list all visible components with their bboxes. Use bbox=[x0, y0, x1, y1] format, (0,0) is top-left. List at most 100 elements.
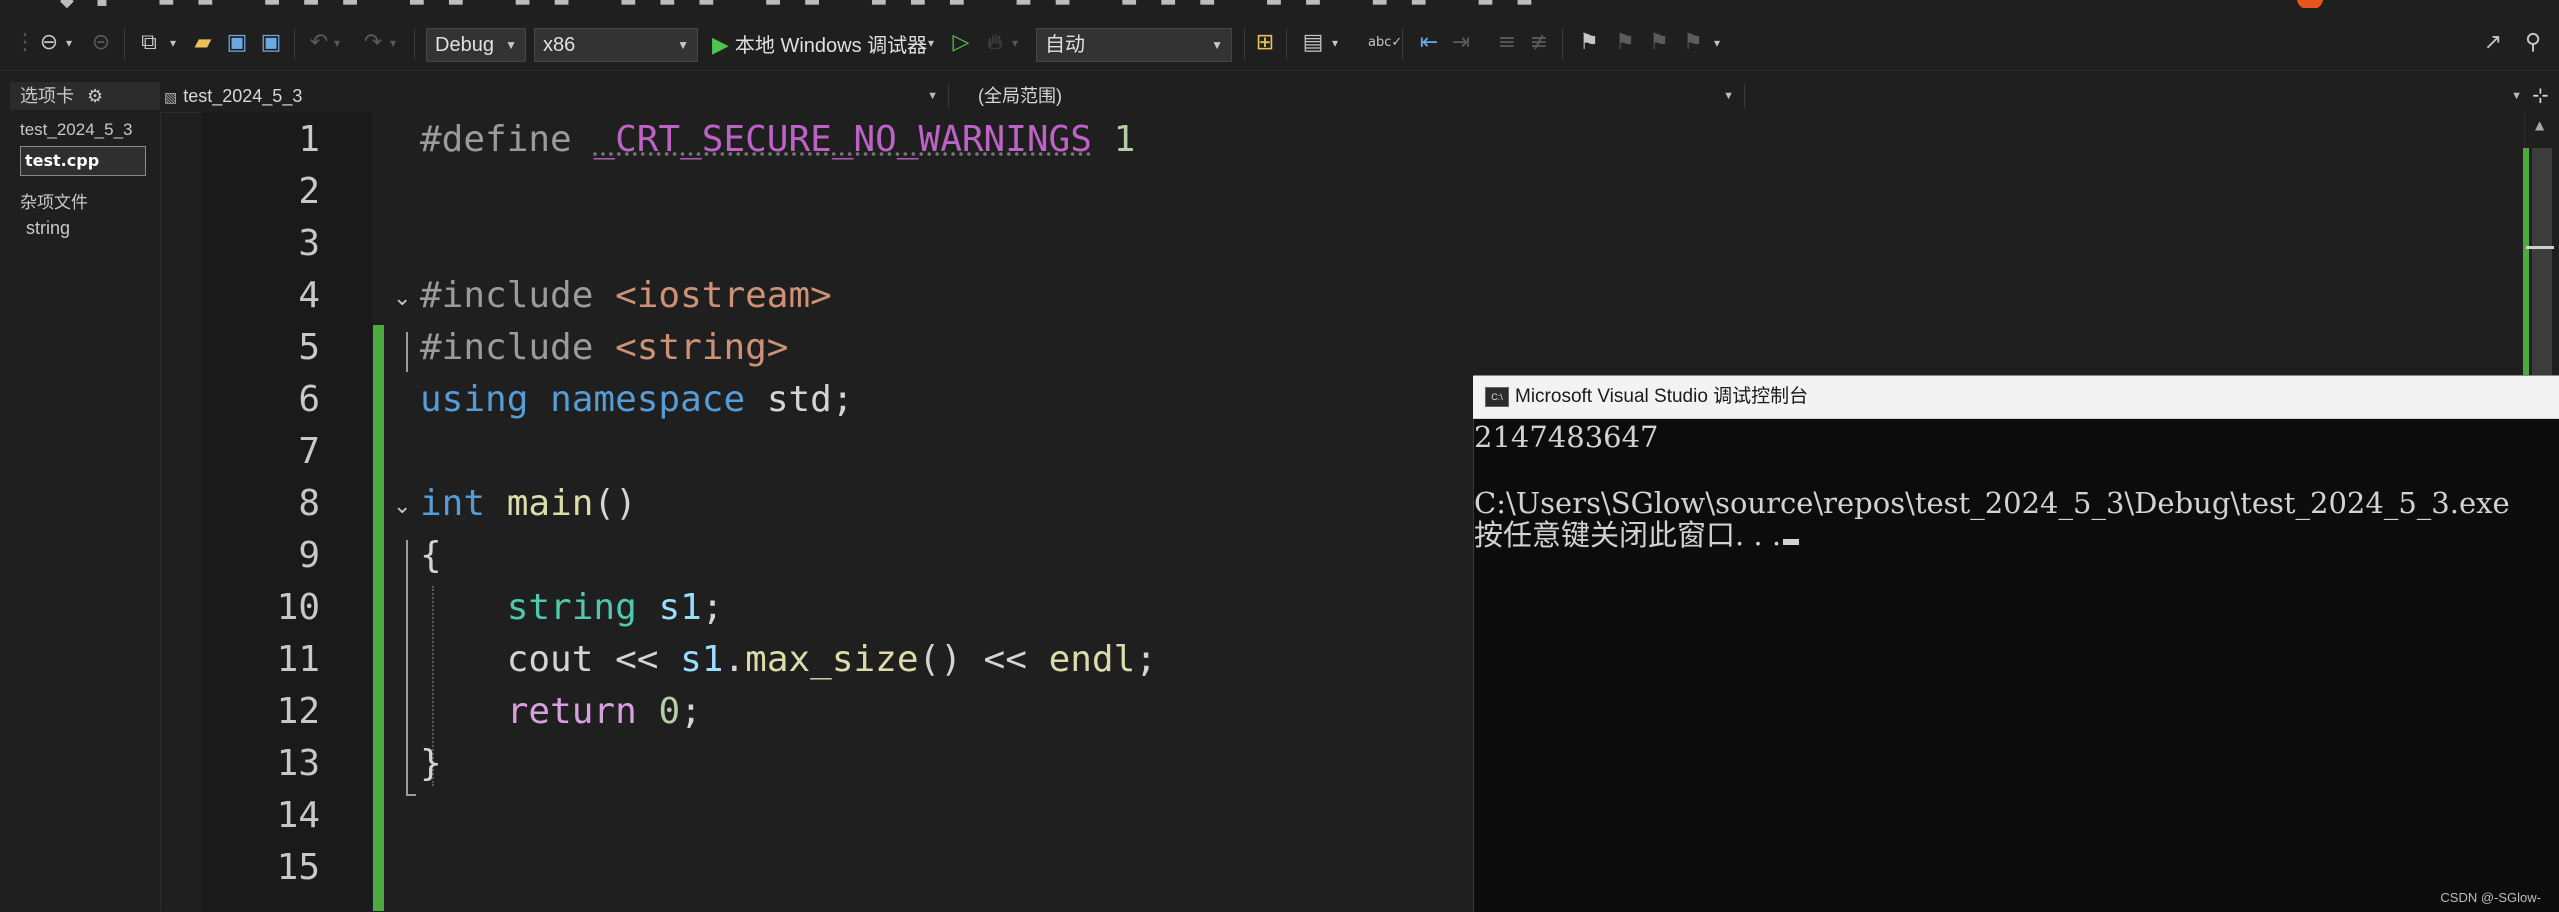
chevron-down-icon: ▼ bbox=[927, 90, 938, 102]
toolbar-overflow-icon[interactable]: ▾ bbox=[1710, 30, 1724, 56]
fold-region-line bbox=[406, 540, 408, 796]
fold-chevron-icon[interactable]: ⌄ bbox=[393, 494, 411, 519]
scrollbar-thumb[interactable] bbox=[2532, 148, 2552, 378]
split-editor-icon[interactable]: ⊹ bbox=[2532, 82, 2556, 110]
code-line-13: } bbox=[420, 743, 442, 784]
save-all-icon[interactable]: ▣ bbox=[258, 30, 284, 56]
line-number: 10 bbox=[276, 587, 320, 628]
undo-dropdown-icon[interactable]: ▾ bbox=[330, 30, 344, 56]
code-text: () bbox=[593, 483, 637, 524]
run-label: 本地 Windows 调试器 bbox=[734, 35, 928, 57]
undo-icon[interactable]: ↶ bbox=[306, 30, 332, 56]
scroll-up-icon[interactable]: ▲ bbox=[2535, 118, 2544, 132]
toolbar-separator bbox=[124, 28, 125, 60]
solution-configuration-select[interactable]: Debug ▼ bbox=[426, 28, 526, 62]
function-name: endl bbox=[1048, 639, 1136, 680]
toolbar-separator bbox=[414, 28, 415, 60]
line-number: 2 bbox=[298, 171, 320, 212]
next-bookmark-icon[interactable]: ⚑ bbox=[1646, 30, 1672, 56]
redo-dropdown-icon[interactable]: ▾ bbox=[386, 30, 400, 56]
keyword: int bbox=[420, 483, 486, 524]
active-file-node[interactable]: test.cpp bbox=[20, 146, 146, 176]
scrollbar-change-marker bbox=[2523, 148, 2529, 378]
start-debugging-button[interactable]: ▶ 本地 Windows 调试器 bbox=[712, 30, 927, 60]
save-icon[interactable]: ▣ bbox=[224, 30, 250, 56]
back-dropdown-icon[interactable]: ▾ bbox=[62, 30, 76, 56]
line-number: 9 bbox=[298, 535, 320, 576]
macro-value: 1 bbox=[1113, 119, 1136, 160]
type-name: string bbox=[506, 587, 637, 628]
line-number: 7 bbox=[298, 431, 320, 472]
chevron-down-icon: ▼ bbox=[2511, 90, 2522, 102]
open-folder-icon[interactable]: ▰ bbox=[190, 30, 216, 56]
toolbar-separator bbox=[1286, 28, 1287, 60]
project-dropdown[interactable]: ▧ test_2024_5_3 ▼ bbox=[164, 82, 944, 110]
fold-chevron-icon[interactable]: ⌄ bbox=[393, 286, 411, 311]
platform-value: x86 bbox=[543, 34, 576, 56]
misc-file-node[interactable]: string bbox=[26, 218, 70, 239]
new-project-icon[interactable]: ⧉ bbox=[136, 30, 162, 56]
project-node[interactable]: test_2024_5_3 bbox=[20, 120, 133, 140]
keyword: return bbox=[506, 691, 637, 732]
function-name: main bbox=[506, 483, 594, 524]
step-icon[interactable]: ⇥ bbox=[1448, 30, 1474, 56]
misc-files-group[interactable]: 杂项文件 bbox=[20, 188, 88, 213]
forward-icon[interactable]: ⊝ bbox=[88, 30, 114, 56]
redo-icon[interactable]: ↷ bbox=[360, 30, 386, 56]
breakpoint-icon[interactable]: ⇤ bbox=[1416, 30, 1442, 56]
function-name: max_size bbox=[745, 639, 919, 680]
line-number: 3 bbox=[298, 223, 320, 264]
feedback-icon[interactable]: ⚲ bbox=[2520, 30, 2546, 56]
clear-bookmarks-icon[interactable]: ⚑ bbox=[1680, 30, 1706, 56]
start-without-debug-icon[interactable]: ▷ bbox=[948, 30, 974, 56]
code-line-6: using namespace std; bbox=[420, 374, 854, 426]
code-text: cout << bbox=[506, 639, 681, 680]
toolbar-separator bbox=[294, 28, 295, 60]
solution-platform-select[interactable]: x86 ▼ bbox=[534, 28, 698, 62]
run-target-dropdown-icon[interactable]: ▾ bbox=[924, 30, 938, 56]
layout-icon[interactable]: ▤ bbox=[1300, 30, 1326, 56]
gear-icon[interactable]: ⚙ bbox=[87, 86, 103, 106]
code-line-12: return 0; bbox=[420, 686, 702, 738]
comment-icon[interactable]: ≡ bbox=[1494, 30, 1520, 56]
stack-frame-value: 自动 bbox=[1045, 34, 1085, 56]
hot-reload-dropdown-icon[interactable]: ▾ bbox=[1008, 30, 1022, 56]
console-title-bar[interactable]: C:\ Microsoft Visual Studio 调试控制台 bbox=[1473, 376, 2559, 419]
fold-region-end bbox=[406, 794, 416, 796]
back-icon[interactable]: ⊖ bbox=[36, 30, 62, 56]
solution-explorer-icon[interactable]: ⊞ bbox=[1252, 30, 1278, 56]
text-cursor bbox=[1783, 539, 1800, 545]
variable-name: s1 bbox=[658, 587, 702, 628]
member-dropdown[interactable]: ▼ bbox=[1750, 82, 2528, 110]
layout-dropdown-icon[interactable]: ▾ bbox=[1328, 30, 1342, 56]
line-number: 12 bbox=[276, 691, 320, 732]
nav-divider bbox=[1744, 84, 1745, 108]
project-icon: ▧ bbox=[164, 89, 178, 105]
console-output-line: 2147483647 bbox=[1474, 420, 1659, 454]
line-number: 15 bbox=[276, 847, 320, 888]
scope-label: (全局范围) bbox=[978, 86, 1062, 106]
debug-console-window[interactable] bbox=[1473, 375, 2559, 912]
configuration-value: Debug bbox=[435, 34, 494, 56]
uncomment-icon[interactable]: ≢ bbox=[1526, 30, 1552, 56]
new-project-dropdown-icon[interactable]: ▾ bbox=[166, 30, 180, 56]
hot-reload-icon[interactable]: 🔥︎ bbox=[982, 30, 1008, 56]
line-number: 13 bbox=[276, 743, 320, 784]
keyword: using bbox=[420, 379, 529, 420]
code-line-4: #include <iostream> bbox=[420, 270, 832, 322]
line-number: 4 bbox=[298, 275, 320, 316]
code-line-5: #include <string> bbox=[420, 322, 788, 374]
share-icon[interactable]: ↗ bbox=[2480, 30, 2506, 56]
console-prompt-text: 按任意键关闭此窗口. . . bbox=[1474, 518, 1782, 552]
console-icon-text: C:\ bbox=[1491, 392, 1503, 402]
spellcheck-icon[interactable]: abc✓ bbox=[1368, 30, 1402, 56]
standard-toolbar: ⋮ ⊖ ▾ ⊝ ⧉ ▾ ▰ ▣ ▣ ↶ ▾ ↷ ▾ Debug ▼ x86 ▼ ▶ 本… bbox=[0, 8, 2559, 71]
bookmark-icon[interactable]: ⚑ bbox=[1576, 30, 1602, 56]
solution-pane: 选项卡 ⚙ test_2024_5_3 test.cpp 杂项文件 string bbox=[0, 82, 161, 911]
stack-frame-select[interactable]: 自动 ▼ bbox=[1036, 28, 1232, 62]
toolbar-separator bbox=[1244, 28, 1245, 60]
line-number: 14 bbox=[276, 795, 320, 836]
scope-dropdown[interactable]: (全局范围) ▼ bbox=[978, 82, 1740, 110]
code-line-10: string s1; bbox=[420, 582, 724, 634]
prev-bookmark-icon[interactable]: ⚑ bbox=[1612, 30, 1638, 56]
